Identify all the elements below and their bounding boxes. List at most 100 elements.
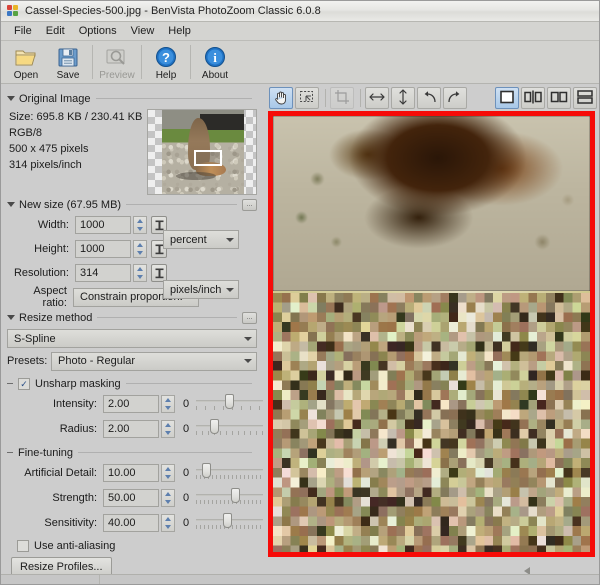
original-image-title: Original Image [19, 92, 91, 105]
menu-help[interactable]: Help [161, 23, 198, 39]
radius-input[interactable]: 2.00 [103, 420, 159, 438]
strength-spinner[interactable] [161, 489, 175, 507]
chevron-down-icon [244, 359, 252, 363]
sensitivity-spinner[interactable] [161, 514, 175, 532]
hand-icon [273, 89, 289, 108]
slider-handle[interactable] [210, 419, 220, 434]
view-split-button[interactable] [521, 87, 545, 109]
original-image-body: Size: 695.8 KB / 230.41 KB RGB/8 500 x 4… [7, 109, 257, 195]
main-toolbar: Open Save Preview ? Help i About [1, 41, 599, 84]
open-button-label: Open [13, 70, 39, 81]
preview-toolbar [264, 85, 599, 111]
presets-select[interactable]: Photo - Regular [51, 351, 257, 371]
help-button-label: Help [155, 70, 177, 81]
height-spinner[interactable] [133, 240, 147, 258]
hand-tool-button[interactable] [269, 87, 293, 109]
radius-spinner[interactable] [161, 420, 175, 438]
menu-edit[interactable]: Edit [39, 23, 72, 39]
resolution-input[interactable]: 314 [75, 264, 131, 282]
strength-label: Strength: [52, 492, 97, 504]
marquee-select-icon [299, 89, 315, 108]
marquee-select-button[interactable] [295, 87, 319, 109]
artificial-detail-input[interactable]: 10.00 [103, 464, 159, 482]
resolution-unit-select[interactable]: pixels/inch [163, 280, 239, 299]
toolbar-separator-3 [190, 45, 191, 79]
sensitivity-min: 0 [182, 517, 190, 529]
new-size-options-button[interactable]: ... [242, 198, 257, 211]
open-folder-icon [13, 44, 39, 70]
resize-method-options-button[interactable]: ... [242, 311, 257, 324]
open-button[interactable]: Open [5, 43, 47, 81]
sensitivity-input[interactable]: 40.00 [103, 514, 159, 532]
spinner-down-icon [165, 500, 171, 504]
original-resolution: 314 pixels/inch [9, 159, 82, 171]
height-input[interactable]: 1000 [75, 240, 131, 258]
radius-label: Radius: [59, 423, 97, 435]
flip-vertical-button[interactable] [391, 87, 415, 109]
artificial-detail-min: 0 [182, 467, 190, 479]
view-stacked-button[interactable] [573, 87, 597, 109]
slider-handle[interactable] [224, 394, 234, 409]
strength-slider[interactable] [196, 487, 263, 509]
resize-method-section-header[interactable]: Resize method ... [7, 310, 257, 325]
antialiasing-row[interactable]: Use anti-aliasing [17, 540, 257, 552]
slider-handle[interactable] [230, 488, 240, 503]
intensity-input[interactable]: 2.00 [103, 395, 159, 413]
preview-toolbar-separator-2 [360, 89, 361, 107]
slider-handle[interactable] [201, 463, 211, 478]
artificial-detail-spinner[interactable] [161, 464, 175, 482]
spinner-up-icon [165, 467, 171, 471]
radius-min: 0 [182, 423, 190, 435]
crop-button [330, 87, 354, 109]
chipmunk-thumbnail[interactable] [147, 109, 257, 195]
width-spinner[interactable] [133, 216, 147, 234]
spinner-up-icon [137, 219, 143, 223]
original-image-section-header[interactable]: Original Image [7, 91, 257, 106]
collapse-triangle-icon [7, 315, 15, 320]
collapse-triangle-icon [7, 96, 15, 101]
slider-handle[interactable] [223, 513, 233, 528]
resolution-spinner[interactable] [133, 264, 147, 282]
intensity-spinner[interactable] [161, 395, 175, 413]
sensitivity-slider[interactable] [196, 512, 263, 534]
toolbar-separator-1 [92, 45, 93, 79]
svg-text:?: ? [162, 50, 170, 65]
unsharp-masking-title: Unsharp masking [35, 377, 121, 390]
view-side-by-side-button[interactable] [547, 87, 571, 109]
fine-tuning-section-header: Fine-tuning [7, 445, 257, 460]
artificial-detail-slider[interactable] [196, 462, 263, 484]
antialiasing-checkbox[interactable] [17, 540, 29, 552]
original-dimensions: 500 x 475 pixels [9, 143, 89, 155]
view-single-button[interactable] [495, 87, 519, 109]
unsharp-masking-checkbox[interactable]: ✓ [18, 377, 30, 390]
save-button[interactable]: Save [47, 43, 89, 81]
new-size-section-header[interactable]: New size (67.95 MB) ... [7, 197, 257, 212]
presets-label: Presets: [7, 355, 48, 367]
about-button[interactable]: i About [194, 43, 236, 81]
spinner-down-icon [165, 406, 171, 410]
radius-slider[interactable] [196, 418, 263, 440]
preview-button: Preview [96, 43, 138, 81]
preview-image-frame[interactable] [268, 111, 595, 557]
unsharp-masking-section-header: ✓ Unsharp masking [7, 376, 257, 391]
thumbnail-selection-rect[interactable] [194, 150, 222, 166]
section-rule [78, 452, 252, 453]
width-input[interactable]: 1000 [75, 216, 131, 234]
thumbnail-shadow [176, 172, 216, 180]
size-unit-value: percent [170, 233, 207, 246]
resolution-unit-value: pixels/inch [170, 283, 222, 296]
rotate-right-button[interactable] [443, 87, 467, 109]
intensity-slider[interactable] [196, 393, 263, 415]
resize-method-select[interactable]: S-Spline [7, 329, 257, 348]
section-rule [95, 98, 252, 99]
rotate-left-button[interactable] [417, 87, 441, 109]
help-button[interactable]: ? Help [145, 43, 187, 81]
menu-options[interactable]: Options [72, 23, 124, 39]
menu-file[interactable]: File [7, 23, 39, 39]
section-rule [97, 317, 237, 318]
strength-input[interactable]: 50.00 [103, 489, 159, 507]
menu-view[interactable]: View [124, 23, 162, 39]
presets-value: Photo - Regular [58, 355, 136, 367]
flip-horizontal-button[interactable] [365, 87, 389, 109]
size-unit-select[interactable]: percent [163, 230, 239, 249]
